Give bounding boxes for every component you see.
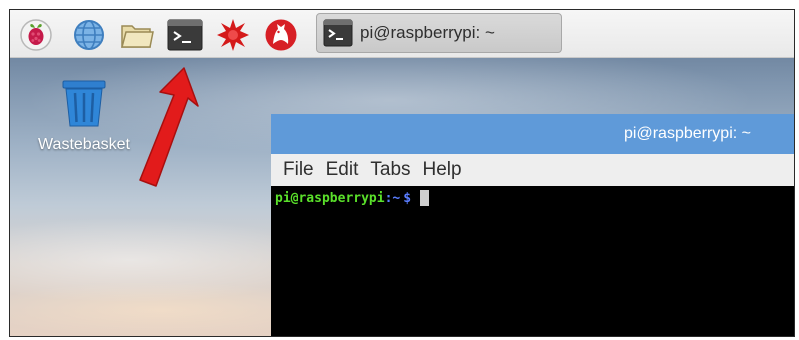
math-kernel-icon[interactable] (214, 17, 252, 53)
red-arrow-annotation (139, 67, 199, 187)
screenshot-frame: pi@raspberrypi: ~ Wastebasket pi@raspber… (9, 9, 795, 337)
prompt-symbol: $ (403, 190, 412, 206)
raspberry-menu-icon[interactable] (17, 17, 55, 53)
prompt-line: pi@raspberrypi:~ $ (275, 190, 430, 206)
terminal-icon[interactable] (166, 17, 204, 53)
terminal-titlebar[interactable]: pi@raspberrypi: ~ (271, 114, 794, 154)
terminal-icon (323, 19, 353, 47)
prompt-path: :~ (384, 190, 401, 206)
wastebasket-desktop-icon[interactable]: Wastebasket (24, 76, 144, 156)
task-button-label: pi@raspberrypi: ~ (360, 23, 495, 42)
wastebasket-label: Wastebasket (38, 136, 130, 153)
terminal-task-button[interactable]: pi@raspberrypi: ~ (316, 13, 562, 53)
desktop: pi@raspberrypi: ~ Wastebasket pi@raspber… (10, 10, 794, 336)
terminal-window[interactable]: pi@raspberrypi: ~ File Edit Tabs Help pi… (271, 114, 794, 336)
taskbar: pi@raspberrypi: ~ (10, 10, 794, 58)
wolfram-icon[interactable] (262, 17, 300, 53)
text-cursor (420, 190, 430, 206)
terminal-title: pi@raspberrypi: ~ (624, 125, 751, 142)
terminal-menubar: File Edit Tabs Help (271, 154, 794, 186)
file-manager-icon[interactable] (118, 17, 156, 53)
menu-help[interactable]: Help (423, 159, 462, 181)
web-browser-icon[interactable] (70, 17, 108, 53)
prompt-user-host: pi@raspberrypi (275, 190, 385, 206)
menu-tabs[interactable]: Tabs (370, 159, 410, 181)
trash-icon (62, 80, 106, 127)
terminal-console[interactable]: pi@raspberrypi:~ $ (271, 186, 794, 336)
menu-edit[interactable]: Edit (326, 159, 359, 181)
menu-file[interactable]: File (283, 159, 314, 181)
